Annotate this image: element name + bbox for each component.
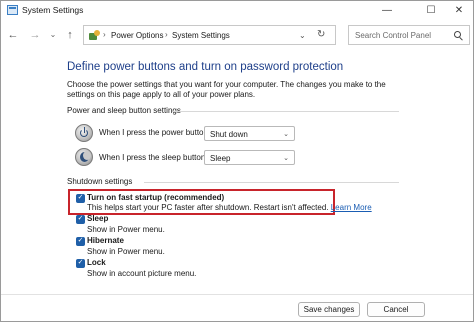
sleep-button-label: When I press the sleep button: xyxy=(99,153,208,162)
power-sleep-group-label: Power and sleep button settings xyxy=(67,106,181,115)
address-bar[interactable]: › Power Options › System Settings ⌄ ↻ xyxy=(83,25,336,45)
checkmark-icon: ✓ xyxy=(77,259,84,266)
checkmark-icon: ✓ xyxy=(77,194,84,201)
window-title: System Settings xyxy=(22,5,84,15)
address-dropdown-chevron-icon[interactable]: ⌄ xyxy=(299,31,306,40)
footer-divider xyxy=(1,294,473,295)
sleep-checkbox[interactable]: ✓ xyxy=(76,215,85,224)
checkmark-icon: ✓ xyxy=(77,237,84,244)
refresh-icon[interactable]: ↻ xyxy=(317,29,325,40)
shutdown-settings-group-label: Shutdown settings xyxy=(67,177,133,186)
page-title: Define power buttons and turn on passwor… xyxy=(67,61,344,73)
page-description: Choose the power settings that you want … xyxy=(67,80,386,99)
power-button-select[interactable]: Shut down ⌄ xyxy=(204,126,295,141)
lock-option-label[interactable]: Lock xyxy=(87,258,106,267)
group-divider xyxy=(173,111,399,112)
sleep-option-description: Show in Power menu. xyxy=(87,225,165,234)
fast-startup-description: This helps start your PC faster after sh… xyxy=(87,203,372,212)
minimize-button[interactable]: — xyxy=(373,1,401,20)
chevron-down-icon: ⌄ xyxy=(283,155,289,162)
fast-startup-desc-text: This helps start your PC faster after sh… xyxy=(87,203,329,212)
lock-option-description: Show in account picture menu. xyxy=(87,269,197,278)
power-button-label: When I press the power button: xyxy=(99,128,211,137)
system-settings-window: System Settings — ☐ ✕ ← → ⌄ ↑ › Power Op… xyxy=(0,0,474,322)
recent-locations-chevron-icon[interactable]: ⌄ xyxy=(46,29,60,43)
hibernate-option-description: Show in Power menu. xyxy=(87,247,165,256)
breadcrumb-power-options[interactable]: Power Options xyxy=(111,31,163,40)
fast-startup-label[interactable]: Turn on fast startup (recommended) xyxy=(87,193,224,202)
power-button-icon xyxy=(75,124,93,142)
sleep-option-label[interactable]: Sleep xyxy=(87,214,108,223)
group-divider xyxy=(144,182,399,183)
breadcrumb-system-settings[interactable]: System Settings xyxy=(172,31,230,40)
breadcrumb-separator-icon[interactable]: › xyxy=(165,30,168,39)
learn-more-link[interactable]: Learn More xyxy=(331,203,372,212)
sleep-button-select-value: Sleep xyxy=(210,154,231,163)
title-bar: System Settings — ☐ ✕ xyxy=(1,1,473,20)
power-button-select-value: Shut down xyxy=(210,130,248,139)
navigation-bar: ← → ⌄ ↑ › Power Options › System Setting… xyxy=(1,21,473,49)
forward-arrow-icon[interactable]: → xyxy=(28,29,42,43)
chevron-down-icon: ⌄ xyxy=(283,131,289,138)
control-panel-icon xyxy=(7,5,18,15)
search-input[interactable]: Search Control Panel xyxy=(348,25,470,45)
search-placeholder: Search Control Panel xyxy=(355,31,432,40)
hibernate-checkbox[interactable]: ✓ xyxy=(76,237,85,246)
save-changes-button[interactable]: Save changes xyxy=(298,302,360,317)
close-button[interactable]: ✕ xyxy=(445,1,473,20)
search-icon[interactable] xyxy=(454,31,463,41)
lock-checkbox[interactable]: ✓ xyxy=(76,259,85,268)
maximize-button[interactable]: ☐ xyxy=(417,1,445,20)
fast-startup-checkbox[interactable]: ✓ xyxy=(76,194,85,203)
cancel-button[interactable]: Cancel xyxy=(367,302,425,317)
sleep-moon-icon xyxy=(75,148,93,166)
breadcrumb-separator-icon[interactable]: › xyxy=(103,30,106,39)
hibernate-option-label[interactable]: Hibernate xyxy=(87,236,124,245)
back-arrow-icon[interactable]: ← xyxy=(6,29,20,43)
control-panel-folder-icon xyxy=(89,30,101,41)
up-arrow-icon[interactable]: ↑ xyxy=(63,29,77,43)
sleep-button-select[interactable]: Sleep ⌄ xyxy=(204,150,295,165)
checkmark-icon: ✓ xyxy=(77,215,84,222)
